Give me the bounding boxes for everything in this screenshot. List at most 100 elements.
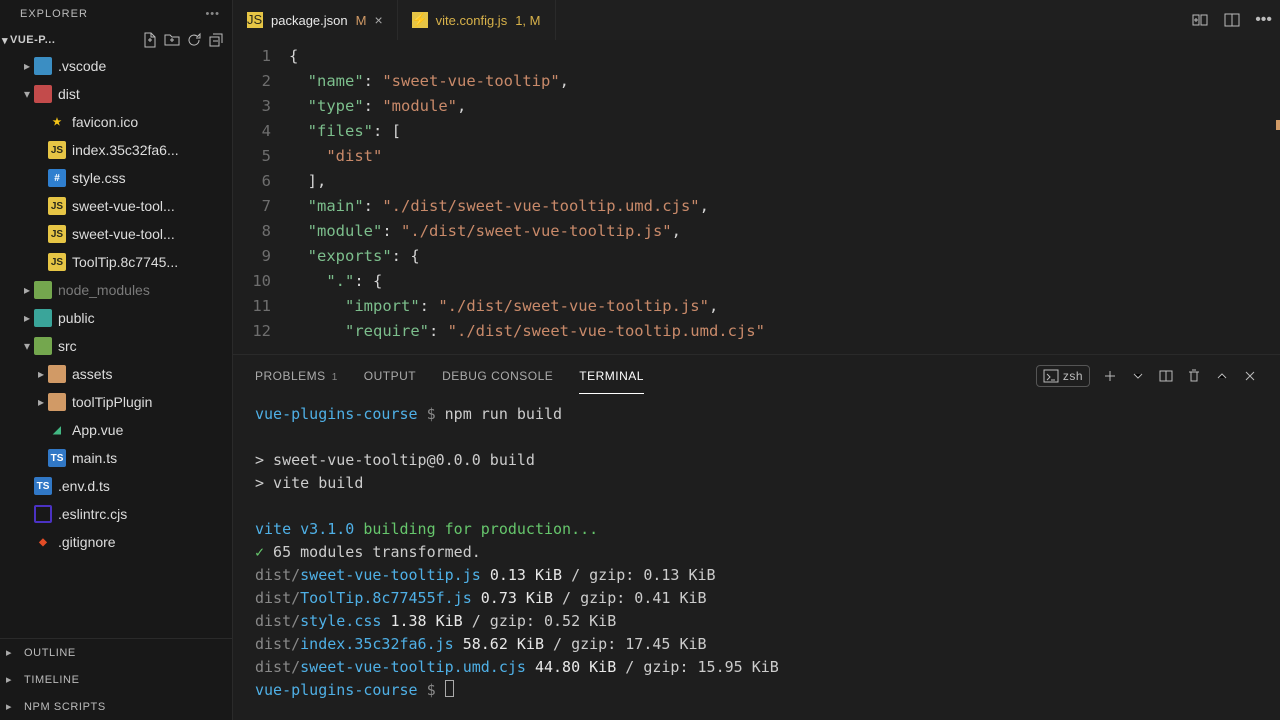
close-tab-icon[interactable]: × — [374, 12, 382, 28]
editor-more-icon[interactable]: ••• — [1255, 11, 1272, 29]
panel-tab-problems[interactable]: PROBLEMS1 — [255, 359, 338, 394]
editor-tab[interactable]: JS package.json M × — [233, 0, 398, 40]
code-editor[interactable]: 123456789101112 { "name": "sweet-vue-too… — [233, 40, 1280, 354]
panel-tab-terminal[interactable]: TERMINAL — [579, 359, 644, 394]
file-label: main.ts — [72, 450, 117, 466]
file-icon: JS — [48, 253, 66, 271]
new-terminal-icon[interactable] — [1102, 368, 1118, 384]
file-tree-item[interactable]: .eslintrc.cjs — [0, 500, 232, 528]
file-label: .eslintrc.cjs — [58, 506, 127, 522]
chevron-icon: ▸ — [34, 367, 48, 381]
chevron-icon: ▸ — [20, 311, 34, 325]
editor-tabs: JS package.json M × ⚡ vite.config.js 1, M ••• — [233, 0, 1280, 40]
panel-tab-debug-console[interactable]: DEBUG CONSOLE — [442, 359, 553, 394]
explorer-header: EXPLORER ••• — [0, 0, 232, 28]
tab-modified-indicator: M — [356, 13, 367, 28]
chevron-up-icon[interactable] — [1214, 368, 1230, 384]
panel-tab-output[interactable]: OUTPUT — [364, 359, 416, 394]
npm-scripts-section[interactable]: ▸NPM SCRIPTS — [0, 693, 232, 720]
explorer-more-icon[interactable]: ••• — [205, 8, 220, 20]
file-label: .gitignore — [58, 534, 116, 550]
file-icon — [48, 365, 66, 383]
file-tree-item[interactable]: TS .env.d.ts — [0, 472, 232, 500]
file-icon: ◆ — [34, 533, 52, 551]
outline-section[interactable]: ▸OUTLINE — [0, 639, 232, 666]
project-root-header[interactable]: ▾ VUE-P... — [0, 28, 232, 52]
explorer-sidebar: EXPLORER ••• ▾ VUE-P... ▸.vscode▾dist★fa… — [0, 0, 233, 720]
chevron-icon: ▸ — [20, 283, 34, 297]
timeline-section[interactable]: ▸TIMELINE — [0, 666, 232, 693]
file-icon — [34, 337, 52, 355]
file-tree-item[interactable]: TS main.ts — [0, 444, 232, 472]
file-icon: # — [48, 169, 66, 187]
file-icon — [34, 281, 52, 299]
file-icon: ★ — [48, 113, 66, 131]
file-label: ToolTip.8c7745... — [72, 254, 178, 270]
file-icon — [34, 309, 52, 327]
new-folder-icon[interactable] — [164, 32, 180, 48]
split-editor-icon[interactable] — [1223, 11, 1241, 29]
trash-icon[interactable] — [1186, 368, 1202, 384]
file-tree-item[interactable]: ▾src — [0, 332, 232, 360]
file-label: .vscode — [58, 58, 106, 74]
chevron-down-icon[interactable] — [1130, 368, 1146, 384]
file-label: App.vue — [72, 422, 123, 438]
file-tree-item[interactable]: JSindex.35c32fa6... — [0, 136, 232, 164]
file-icon — [34, 505, 52, 523]
file-icon: JS — [48, 141, 66, 159]
split-terminal-icon[interactable] — [1158, 368, 1174, 384]
file-tree-item[interactable]: ★ favicon.ico — [0, 108, 232, 136]
file-label: style.css — [72, 170, 126, 186]
project-name: VUE-P... — [10, 34, 55, 46]
terminal[interactable]: vue-plugins-course $ npm run build> swee… — [233, 397, 1280, 720]
panel-tabs: PROBLEMS1 OUTPUT DEBUG CONSOLE TERMINAL zsh — [233, 355, 1280, 397]
close-panel-icon[interactable] — [1242, 368, 1258, 384]
file-label: favicon.ico — [72, 114, 138, 130]
file-tree-item[interactable]: JS sweet-vue-tool... — [0, 192, 232, 220]
refresh-icon[interactable] — [186, 32, 202, 48]
file-tree-item[interactable]: ◆ .gitignore — [0, 528, 232, 556]
file-label: sweet-vue-tool... — [72, 198, 175, 214]
file-icon: ⚡ — [412, 12, 428, 28]
file-icon — [34, 85, 52, 103]
file-tree-item[interactable]: ▸ node_modules — [0, 276, 232, 304]
chevron-icon: ▾ — [20, 87, 34, 101]
new-file-icon[interactable] — [142, 32, 158, 48]
panel: PROBLEMS1 OUTPUT DEBUG CONSOLE TERMINAL zsh… — [233, 354, 1280, 720]
chevron-icon: ▸ — [34, 395, 48, 409]
file-tree-item[interactable]: ▸.vscode — [0, 52, 232, 80]
file-label: sweet-vue-tool... — [72, 226, 175, 242]
file-icon: TS — [48, 449, 66, 467]
file-label: assets — [72, 366, 112, 382]
file-tree-item[interactable]: JS ToolTip.8c7745... — [0, 248, 232, 276]
file-label: dist — [58, 86, 80, 102]
file-icon: JS — [48, 197, 66, 215]
file-icon — [48, 393, 66, 411]
chevron-down-icon: ▾ — [2, 34, 8, 47]
file-tree-item[interactable]: ▾ dist — [0, 80, 232, 108]
tab-filename: vite.config.js — [436, 13, 508, 28]
collapse-all-icon[interactable] — [208, 32, 224, 48]
file-icon: JS — [247, 12, 263, 28]
tab-modified-indicator: 1, M — [515, 13, 540, 28]
diff-view-icon[interactable] — [1191, 11, 1209, 29]
tab-filename: package.json — [271, 13, 348, 28]
chevron-icon: ▾ — [20, 339, 34, 353]
file-label: node_modules — [58, 282, 150, 298]
file-tree-item[interactable]: JS sweet-vue-tool... — [0, 220, 232, 248]
file-icon: JS — [48, 225, 66, 243]
file-icon: TS — [34, 477, 52, 495]
file-tree-item[interactable]: ◢ App.vue — [0, 416, 232, 444]
file-tree-item[interactable]: # style.css — [0, 164, 232, 192]
file-tree-item[interactable]: ▸ assets — [0, 360, 232, 388]
file-tree-item[interactable]: ▸ public — [0, 304, 232, 332]
file-label: public — [58, 310, 95, 326]
explorer-title: EXPLORER — [20, 8, 88, 20]
file-icon: ◢ — [48, 421, 66, 439]
editor-group: JSpackage.jsonM×⚡vite.config.js1, M ••• … — [233, 0, 1280, 720]
file-label: .env.d.ts — [58, 478, 110, 494]
terminal-icon — [1043, 368, 1059, 384]
editor-tab[interactable]: ⚡ vite.config.js 1, M — [398, 0, 556, 40]
terminal-profile-picker[interactable]: zsh — [1036, 365, 1090, 387]
file-tree-item[interactable]: ▸toolTipPlugin — [0, 388, 232, 416]
